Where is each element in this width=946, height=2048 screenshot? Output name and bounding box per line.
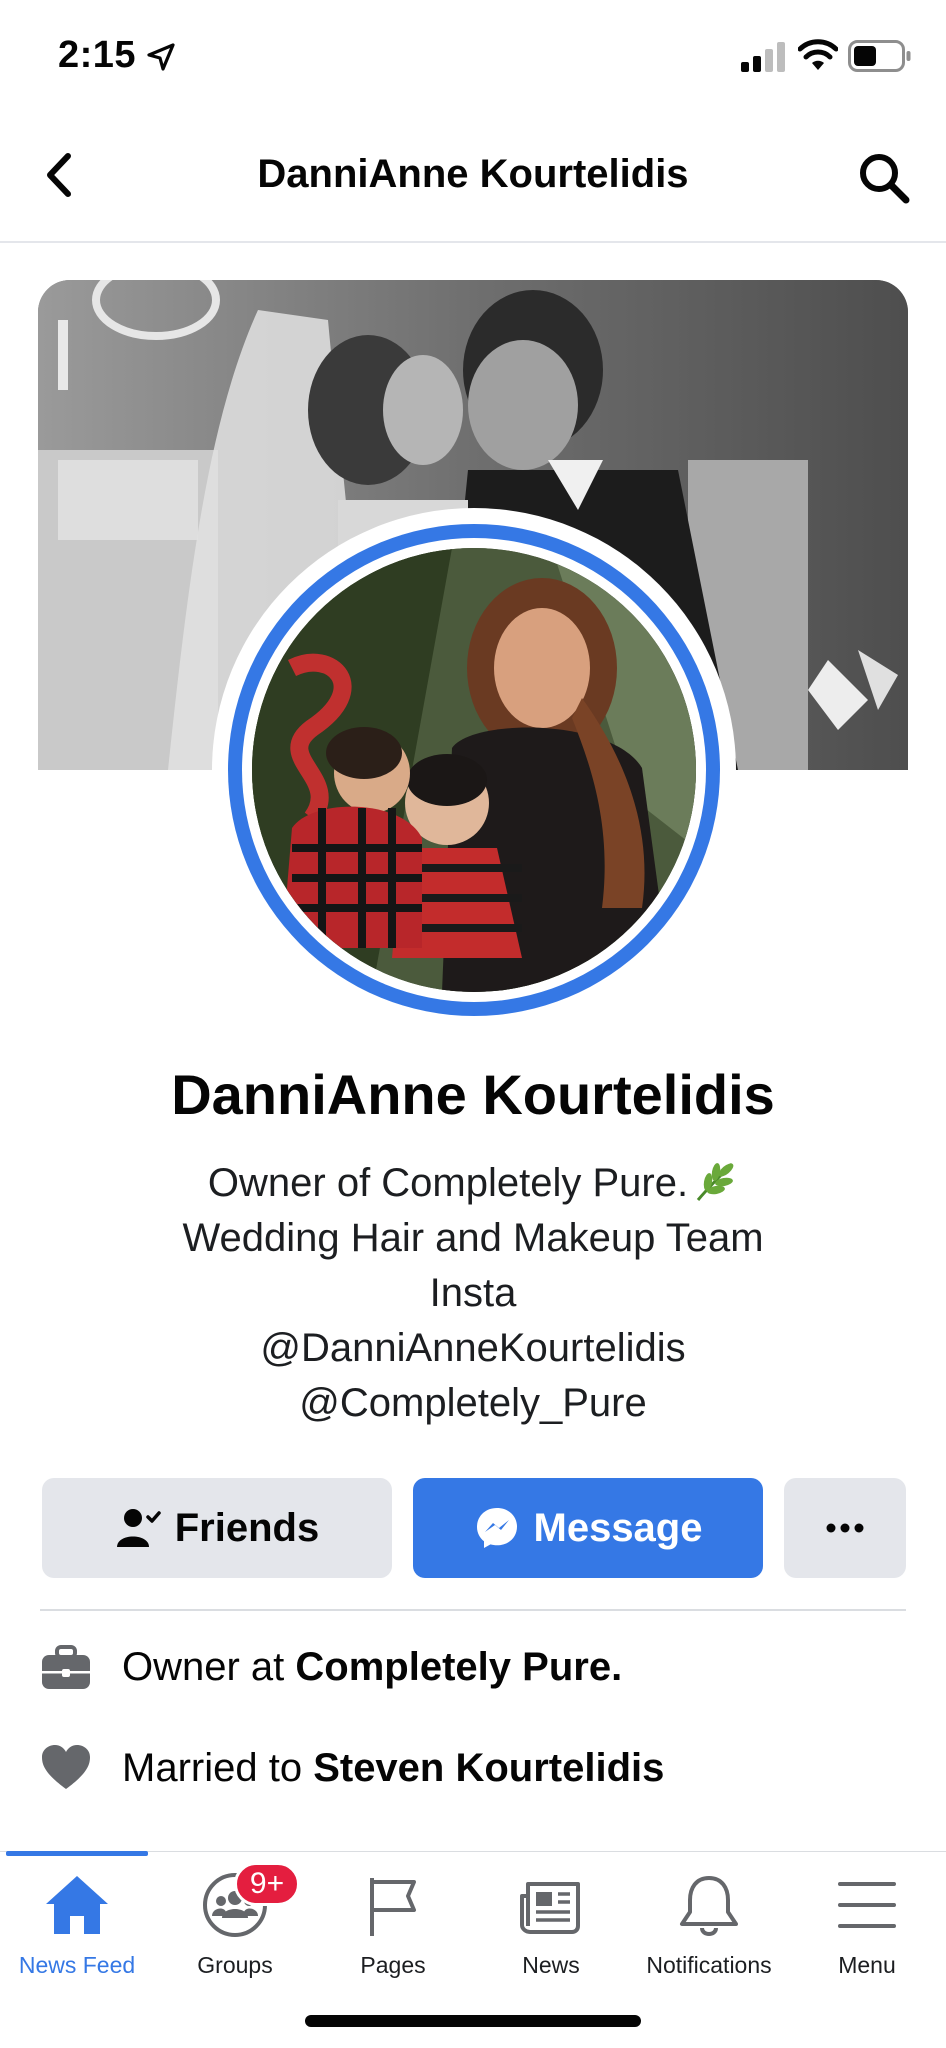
- heart-icon: [42, 1745, 90, 1789]
- active-tab-indicator: [6, 1851, 148, 1856]
- tab-menu[interactable]: Menu: [788, 1870, 946, 1980]
- groups-notification-badge: 9+: [234, 1862, 300, 1906]
- profile-picture[interactable]: [252, 548, 696, 992]
- tab-label-news: News: [522, 1952, 580, 1978]
- bio-line-1: Owner of Completely Pure.: [90, 1156, 856, 1211]
- nav-title: DanniAnne Kourtelidis: [257, 152, 689, 196]
- bio-line-3: Insta: [429, 1271, 517, 1315]
- tab-label-pages: Pages: [360, 1952, 426, 1978]
- message-button[interactable]: Message: [413, 1478, 763, 1578]
- info-work-value[interactable]: Completely Pure.: [295, 1645, 622, 1690]
- back-chevron-icon[interactable]: [40, 150, 80, 200]
- bio-line-2: Wedding Hair and Makeup Team: [182, 1216, 764, 1260]
- bio-line-4: @DanniAnneKourtelidis: [260, 1326, 686, 1370]
- bio-line-1-text: Owner of Completely Pure.: [207, 1161, 689, 1205]
- section-divider: [40, 1609, 906, 1611]
- messenger-icon: [476, 1508, 517, 1548]
- info-relationship-value[interactable]: Steven Kourtelidis: [313, 1746, 664, 1791]
- info-row-work[interactable]: Owner at Completely Pure.: [40, 1637, 622, 1697]
- friends-button[interactable]: Friends: [42, 1478, 392, 1578]
- info-relationship-prefix: Married to: [122, 1745, 303, 1790]
- profile-picture-image: [252, 548, 696, 992]
- more-options-button[interactable]: [784, 1478, 906, 1578]
- wifi-icon: [798, 39, 838, 70]
- friends-button-label: Friends: [174, 1505, 320, 1550]
- more-dots-icon: [826, 1523, 864, 1533]
- profile-name: DanniAnne Kourtelidis: [171, 1063, 775, 1126]
- info-work-prefix: Owner at: [122, 1644, 285, 1689]
- search-icon[interactable]: [856, 150, 912, 206]
- newspaper-icon: [520, 1882, 580, 1934]
- bell-icon: [680, 1876, 738, 1936]
- flag-icon: [370, 1878, 416, 1936]
- friends-check-icon: [116, 1509, 161, 1547]
- tab-notifications[interactable]: Notifications: [630, 1870, 788, 1980]
- info-row-relationship[interactable]: Married to Steven Kourtelidis: [40, 1738, 664, 1798]
- menu-icon: [838, 1882, 896, 1928]
- tab-label-menu: Menu: [838, 1952, 896, 1978]
- location-arrow-icon: [147, 43, 175, 71]
- tab-label-news-feed: News Feed: [18, 1952, 136, 1978]
- tab-news[interactable]: News: [472, 1870, 630, 1980]
- bio-line-5: @Completely_Pure: [299, 1381, 647, 1425]
- cellular-signal-icon: [741, 42, 785, 72]
- battery-icon: [848, 40, 911, 72]
- tab-label-notifications: Notifications: [646, 1952, 772, 1978]
- tab-news-feed[interactable]: News Feed: [0, 1870, 156, 1980]
- status-time: 2:15: [58, 34, 137, 76]
- tab-pages[interactable]: Pages: [314, 1870, 472, 1980]
- briefcase-icon: [42, 1645, 90, 1689]
- profile-bio: Owner of Completely Pure. Wedding Hair a…: [90, 1156, 856, 1431]
- herb-leaf-icon: [696, 1162, 734, 1201]
- message-button-label: Message: [533, 1505, 703, 1550]
- home-indicator: [305, 2015, 641, 2027]
- nav-divider: [0, 241, 946, 243]
- home-icon: [46, 1876, 108, 1934]
- tab-label-groups: Groups: [197, 1952, 273, 1978]
